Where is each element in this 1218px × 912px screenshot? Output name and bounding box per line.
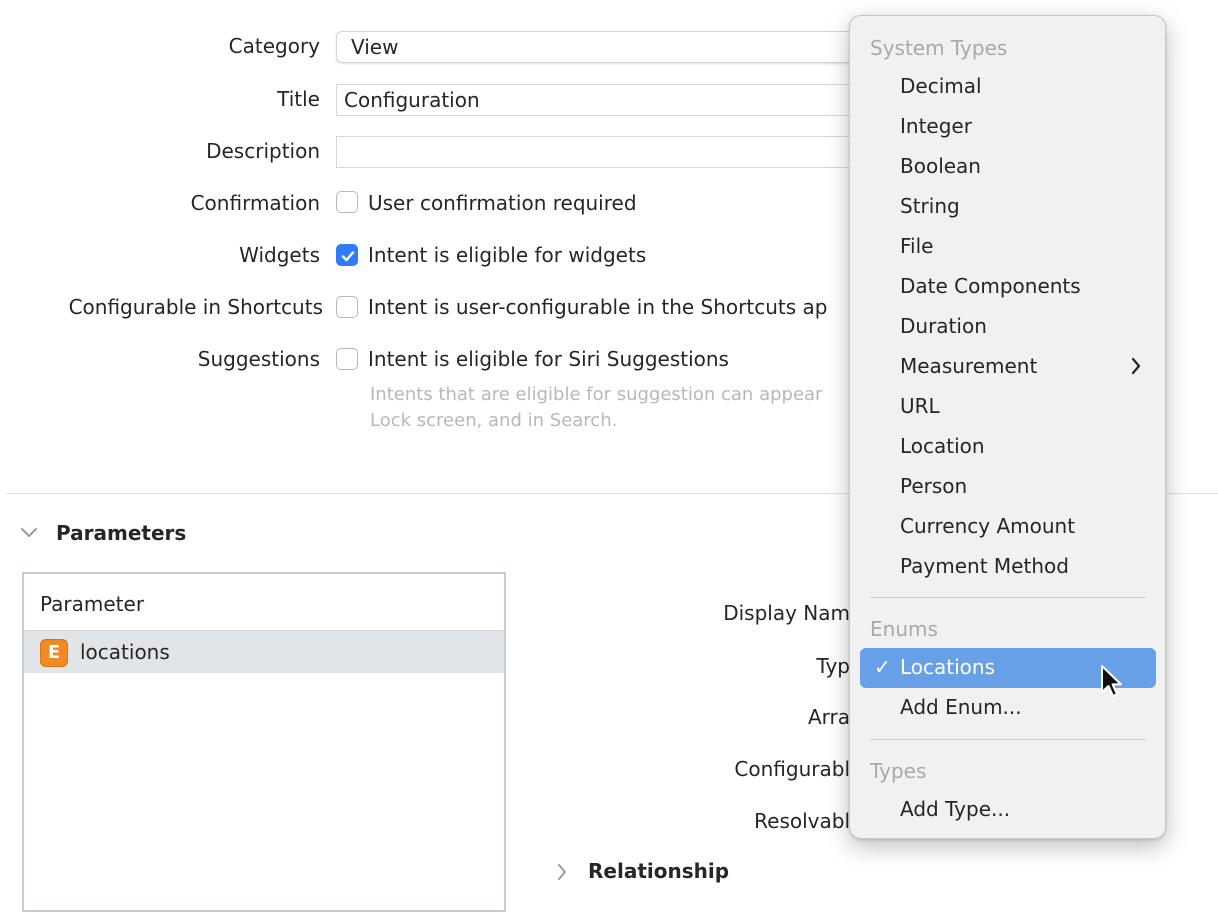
menu-item-label: Measurement xyxy=(900,354,1038,378)
description-field[interactable] xyxy=(336,136,896,168)
array-label: Arra xyxy=(807,705,850,729)
parameter-name: locations xyxy=(80,640,170,664)
menu-separator xyxy=(870,739,1146,740)
parameter-column-header: Parameter xyxy=(40,592,145,616)
title-field[interactable]: Configuration xyxy=(336,84,896,116)
suggestions-label: Suggestions xyxy=(197,347,320,371)
confirmation-label: Confirmation xyxy=(190,191,320,215)
menu-item-add-type[interactable]: Add Type... xyxy=(860,790,1156,830)
relationship-section-title[interactable]: Relationship xyxy=(588,859,729,883)
menu-item-integer[interactable]: Integer xyxy=(860,107,1156,147)
system-types-heading: System Types xyxy=(870,36,1008,60)
menu-item-measurement[interactable]: Measurement xyxy=(860,347,1156,387)
title-value: Configuration xyxy=(344,88,480,112)
menu-item-label: String xyxy=(900,194,960,218)
confirmation-checkbox[interactable] xyxy=(336,191,358,213)
enums-heading: Enums xyxy=(870,617,938,641)
menu-item-location[interactable]: Location xyxy=(860,427,1156,467)
types-heading: Types xyxy=(870,759,927,783)
display-name-label: Display Nam xyxy=(723,601,850,625)
menu-item-label: URL xyxy=(900,394,940,418)
chevron-right-icon[interactable] xyxy=(556,863,568,881)
widgets-label: Widgets xyxy=(239,243,320,267)
category-label: Category xyxy=(228,34,320,58)
configurable-detail-label: Configurabl xyxy=(734,757,850,781)
menu-item-label: Duration xyxy=(900,314,987,338)
configurable-checkbox-text: Intent is user-configurable in the Short… xyxy=(368,295,828,319)
help-line-2: Lock screen, and in Search. xyxy=(370,410,618,431)
menu-item-label: Location xyxy=(900,434,985,458)
submenu-chevron-icon xyxy=(1131,357,1141,375)
configurable-label: Configurable in Shortcuts xyxy=(68,295,323,319)
menu-item-decimal[interactable]: Decimal xyxy=(860,67,1156,107)
confirmation-checkbox-text: User confirmation required xyxy=(368,191,637,215)
suggestions-checkbox[interactable] xyxy=(336,348,358,370)
menu-item-label: Add Type... xyxy=(900,797,1011,821)
menu-item-label: Date Components xyxy=(900,274,1081,298)
menu-item-string[interactable]: String xyxy=(860,187,1156,227)
menu-item-label: Decimal xyxy=(900,74,982,98)
menu-item-currency-amount[interactable]: Currency Amount xyxy=(860,507,1156,547)
title-label: Title xyxy=(277,87,320,111)
configurable-checkbox[interactable] xyxy=(336,296,358,318)
description-label: Description xyxy=(206,139,320,163)
parameters-table: Parameter E locations xyxy=(22,572,506,912)
type-label: Typ xyxy=(816,654,850,678)
menu-item-label: Currency Amount xyxy=(900,514,1076,538)
category-value: View xyxy=(351,35,399,59)
table-row[interactable]: E locations xyxy=(24,630,504,673)
mouse-pointer-icon xyxy=(1101,665,1122,697)
suggestions-help-text: Intents that are eligible for suggestion… xyxy=(370,382,850,434)
checkmark-icon xyxy=(341,251,355,262)
menu-item-label: Person xyxy=(900,474,968,498)
menu-item-label: Integer xyxy=(900,114,972,138)
menu-item-person[interactable]: Person xyxy=(860,467,1156,507)
parameters-section-title[interactable]: Parameters xyxy=(56,521,186,545)
menu-item-file[interactable]: File xyxy=(860,227,1156,267)
menu-separator xyxy=(870,597,1146,598)
menu-item-label: Boolean xyxy=(900,154,981,178)
enum-badge-icon: E xyxy=(40,639,68,667)
menu-item-url[interactable]: URL xyxy=(860,387,1156,427)
chevron-down-icon[interactable] xyxy=(20,526,38,540)
resolvable-label: Resolvabl xyxy=(754,809,850,833)
type-dropdown-menu: System Types Decimal Integer Boolean Str… xyxy=(849,15,1166,839)
category-popup[interactable]: View xyxy=(336,31,896,63)
menu-item-payment-method[interactable]: Payment Method xyxy=(860,547,1156,587)
widgets-checkbox[interactable] xyxy=(336,244,358,266)
help-line-1: Intents that are eligible for suggestion… xyxy=(370,384,823,405)
menu-item-label: Payment Method xyxy=(900,554,1069,578)
menu-item-label: File xyxy=(900,234,934,258)
checkmark-icon: ✓ xyxy=(874,655,891,679)
menu-item-boolean[interactable]: Boolean xyxy=(860,147,1156,187)
menu-item-label: Add Enum... xyxy=(900,695,1022,719)
menu-item-date-components[interactable]: Date Components xyxy=(860,267,1156,307)
suggestions-checkbox-text: Intent is eligible for Siri Suggestions xyxy=(368,347,729,371)
menu-item-duration[interactable]: Duration xyxy=(860,307,1156,347)
menu-item-label: Locations xyxy=(900,655,996,679)
widgets-checkbox-text: Intent is eligible for widgets xyxy=(368,243,647,267)
